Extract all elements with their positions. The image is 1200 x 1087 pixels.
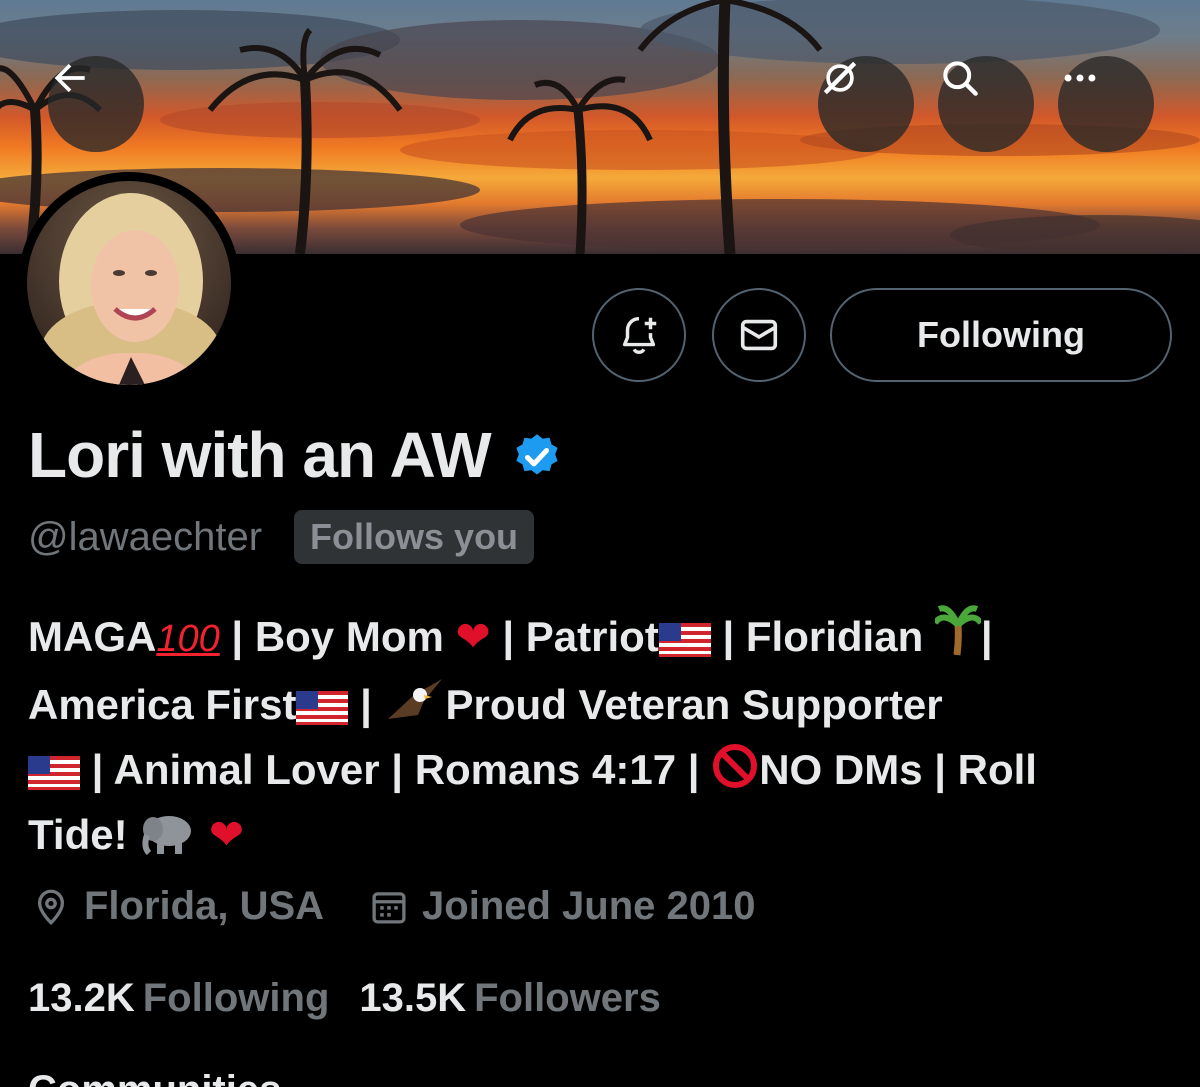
notify-button[interactable] bbox=[592, 288, 686, 382]
red-heart-emoji-icon: ❤ bbox=[208, 811, 245, 858]
palm-tree-emoji-icon bbox=[934, 605, 981, 656]
hundred-points-emoji-icon: 100 bbox=[156, 618, 220, 660]
elephant-emoji-icon bbox=[142, 816, 192, 855]
message-button[interactable] bbox=[712, 288, 806, 382]
envelope-icon bbox=[740, 319, 778, 351]
us-flag-emoji-icon bbox=[296, 691, 349, 725]
bio-line-3: | Animal Lover | Romans 4:17 | NO DMs | … bbox=[28, 737, 1178, 802]
display-name: Lori with an AW bbox=[28, 419, 492, 491]
location: Florida, USA bbox=[30, 884, 324, 929]
eagle-emoji-icon bbox=[387, 679, 442, 719]
calendar-icon bbox=[372, 891, 406, 924]
us-flag-emoji-icon bbox=[28, 756, 80, 790]
grok-button[interactable] bbox=[818, 56, 914, 152]
search-button[interactable] bbox=[938, 56, 1034, 152]
following-count-link[interactable]: 13.2K Following bbox=[28, 976, 329, 1021]
followers-count-link[interactable]: 13.5K Followers bbox=[359, 976, 660, 1021]
grok-slash-icon bbox=[823, 61, 857, 95]
bio-line-1: MAGA100 | Boy Mom ❤ | Patriot | Floridia… bbox=[28, 604, 1178, 672]
no-entry-emoji-icon bbox=[713, 744, 758, 788]
arrow-left-icon bbox=[54, 63, 85, 93]
following-button[interactable]: Following bbox=[830, 288, 1172, 382]
name-row: Lori with an AW bbox=[28, 418, 563, 492]
avatar[interactable] bbox=[18, 172, 240, 394]
bio-line-2: America First | Proud Veteran Supporter bbox=[28, 672, 1178, 737]
join-date: Joined June 2010 bbox=[368, 884, 756, 929]
back-button[interactable] bbox=[48, 56, 144, 152]
search-icon bbox=[943, 61, 978, 96]
bell-plus-icon bbox=[622, 316, 657, 354]
us-flag-emoji-icon bbox=[658, 623, 711, 657]
bio-line-4: Tide! ❤ bbox=[28, 802, 1178, 867]
more-horizontal-icon bbox=[1064, 74, 1096, 82]
more-button[interactable] bbox=[1058, 56, 1154, 152]
follows-you-badge: Follows you bbox=[294, 510, 535, 564]
profile-bio: MAGA100 | Boy Mom ❤ | Patriot | Floridia… bbox=[28, 604, 1178, 867]
red-heart-emoji-icon: ❤ bbox=[455, 613, 491, 660]
location-pin-icon bbox=[37, 889, 65, 925]
communities-section-title[interactable]: Communities bbox=[28, 1068, 281, 1087]
profile-meta: Florida, USA Joined June 2010 bbox=[30, 884, 800, 929]
avatar-photo bbox=[27, 181, 231, 385]
handle-row: @lawaechter Follows you bbox=[28, 510, 535, 564]
follow-stats: 13.2K Following 13.5K Followers bbox=[28, 976, 691, 1021]
verified-badge-icon[interactable] bbox=[511, 431, 563, 483]
profile-page: Following Lori with an AW @lawaechter Fo… bbox=[0, 0, 1200, 1087]
username-handle: @lawaechter bbox=[28, 514, 263, 559]
